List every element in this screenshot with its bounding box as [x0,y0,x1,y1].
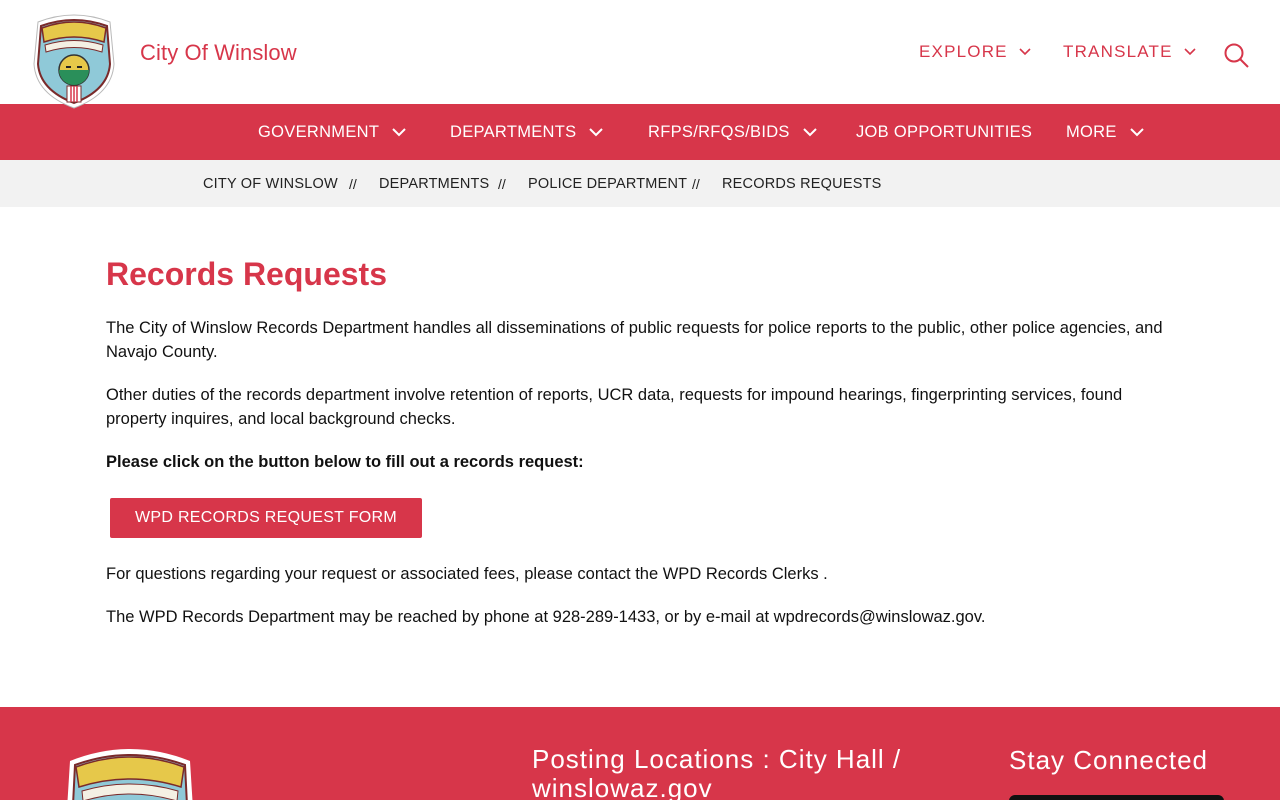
chevron-down-icon [803,128,817,137]
breadcrumb-current-page: RECORDS REQUESTS [722,175,882,192]
records-request-form-button[interactable]: WPD RECORDS REQUEST FORM [110,498,422,538]
main-navigation: GOVERNMENT DEPARTMENTS RFPS/RFQS/BIDS JO… [0,104,1280,160]
questions-paragraph: For questions regarding your request or … [106,565,828,583]
nav-item-label: JOB OPPORTUNITIES [856,122,1033,141]
chevron-down-icon [1019,48,1031,56]
app-store-badge[interactable] [1009,795,1224,800]
page-title: Records Requests [106,256,387,292]
site-name-link[interactable]: City Of Winslow [140,40,297,66]
translate-menu[interactable]: TRANSLATE [1063,42,1197,62]
chevron-down-icon [392,128,406,137]
nav-item-label: DEPARTMENTS [450,122,577,141]
search-icon[interactable] [1222,41,1250,69]
breadcrumb-link-home[interactable]: CITY OF WINSLOW [203,160,338,207]
nav-item-label: RFPS/RFQS/BIDS [648,122,790,141]
breadcrumb-link-departments[interactable]: DEPARTMENTS [379,160,489,207]
explore-label: EXPLORE [919,42,1008,61]
city-seal-logo[interactable] [30,12,118,112]
nav-item-rfps[interactable]: RFPS/RFQS/BIDS [648,104,818,160]
site-header: City Of Winslow EXPLORE TRANSLATE [0,0,1280,109]
breadcrumb-separator: // [498,175,506,192]
chevron-down-icon [1129,128,1144,137]
duties-paragraph: Other duties of the records department i… [106,386,1123,428]
nav-item-government[interactable]: GOVERNMENT [258,104,407,160]
breadcrumb-link-police-department[interactable]: POLICE DEPARTMENT [528,160,687,207]
chevron-down-icon [589,128,604,137]
breadcrumb-separator: // [692,175,700,192]
stay-connected-heading: Stay Connected [1009,745,1209,775]
contact-paragraph: The WPD Records Department may be reache… [106,608,986,626]
posting-locations-heading: Posting Locations : City Hall / winslowa… [532,744,902,800]
intro-paragraph: The City of Winslow Records Department h… [106,319,1163,361]
nav-item-more[interactable]: MORE [1066,104,1145,160]
breadcrumb: CITY OF WINSLOW // DEPARTMENTS // POLICE… [0,160,1280,207]
translate-label: TRANSLATE [1063,42,1173,61]
nav-item-job-opportunities[interactable]: JOB OPPORTUNITIES [856,104,1032,160]
site-footer: Posting Locations : City Hall / winslowa… [0,707,1280,800]
nav-item-label: MORE [1066,122,1117,141]
nav-item-departments[interactable]: DEPARTMENTS [450,104,604,160]
footer-city-seal-logo[interactable] [64,745,196,800]
explore-menu[interactable]: EXPLORE [919,42,1032,62]
chevron-down-icon [1184,48,1196,56]
instruction-text: Please click on the button below to fill… [106,453,584,471]
breadcrumb-separator: // [349,175,357,192]
nav-item-label: GOVERNMENT [258,122,380,141]
